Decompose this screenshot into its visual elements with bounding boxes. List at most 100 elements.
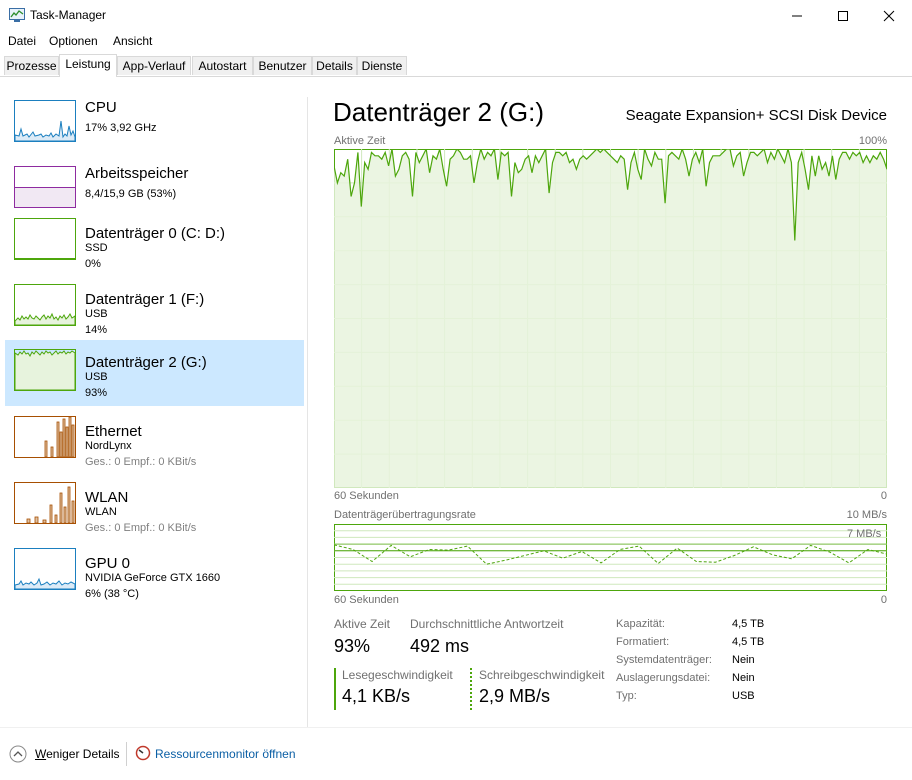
memory-thumbnail <box>14 166 76 208</box>
gpu-thumbnail <box>14 548 76 590</box>
tab-autostart[interactable]: Autostart <box>192 56 253 75</box>
chart2-label: Datenträgerübertragungsrate <box>334 509 476 521</box>
task-manager-icon <box>9 8 25 22</box>
device-list: CPU 17% 3,92 GHz Arbeitsspeicher 8,4/15,… <box>0 77 308 727</box>
maximize-button[interactable] <box>820 0 866 31</box>
chart2-mark-label: 7 MB/s <box>847 528 882 540</box>
menu-datei[interactable]: Datei <box>8 34 36 48</box>
response-time-label: Durchschnittliche Antwortzeit <box>410 617 564 631</box>
prop-value: 4,5 TB <box>732 618 765 630</box>
resource-monitor-link[interactable]: Ressourcenmonitor öffnen <box>155 747 296 761</box>
active-time-label: Aktive Zeit <box>334 617 391 631</box>
sidebar-item-type: NordLynx <box>85 440 132 452</box>
tab-benutzer[interactable]: Benutzer <box>253 56 312 75</box>
menu-optionen[interactable]: Optionen <box>49 34 98 48</box>
sidebar-item-disk2[interactable]: Datenträger 2 (G:) USB 93% <box>5 340 304 406</box>
chart1-max-label: 100% <box>858 135 887 147</box>
read-speed-label: Lesegeschwindigkeit <box>342 668 453 682</box>
tab-app-verlauf[interactable]: App-Verlauf <box>117 56 191 75</box>
sidebar-item-detail: Ges.: 0 Empf.: 0 KBit/s <box>85 456 197 468</box>
write-speed-value: 2,9 MB/s <box>479 686 551 706</box>
footer-divider <box>126 742 127 766</box>
tab-prozesse[interactable]: Prozesse <box>4 56 59 75</box>
title-bar[interactable]: Task-Manager <box>0 0 912 31</box>
prop-key: Typ: <box>616 690 637 702</box>
sidebar-item-detail: 6% (38 °C) <box>85 588 139 600</box>
prop-key: Auslagerungsdatei: <box>616 672 711 684</box>
sidebar-item-title: Arbeitsspeicher <box>85 165 189 182</box>
tab-details[interactable]: Details <box>312 56 357 75</box>
cpu-thumbnail <box>14 100 76 142</box>
menu-bar: Datei Optionen Ansicht <box>0 31 912 51</box>
sidebar-item-type: USB <box>85 308 108 320</box>
sidebar-item-title: Datenträger 1 (F:) <box>85 291 205 308</box>
active-time-value: 93% <box>334 636 371 656</box>
sidebar-item-disk0[interactable]: Datenträger 0 (C: D:) SSD 0% <box>5 218 304 284</box>
sidebar-item-detail: 17% 3,92 GHz <box>85 122 157 134</box>
sidebar-item-ethernet[interactable]: Ethernet NordLynx Ges.: 0 Empf.: 0 KBit/… <box>5 416 304 482</box>
sidebar-item-type: USB <box>85 371 108 383</box>
ethernet-thumbnail <box>14 416 76 458</box>
sidebar-item-memory[interactable]: Arbeitsspeicher 8,4/15,9 GB (53%) <box>5 158 304 224</box>
sidebar-item-detail: 14% <box>85 324 108 336</box>
prop-value: Nein <box>732 672 755 684</box>
resource-monitor-icon <box>135 745 151 761</box>
sidebar-item-wlan[interactable]: WLAN WLAN Ges.: 0 Empf.: 0 KBit/s <box>5 482 304 548</box>
sidebar-divider <box>307 97 308 727</box>
sidebar-item-title: CPU <box>85 99 117 116</box>
chevron-up-icon[interactable] <box>9 745 27 763</box>
read-speed-value: 4,1 KB/s <box>342 686 411 706</box>
sidebar-item-title: GPU 0 <box>85 555 131 572</box>
sidebar-item-gpu[interactable]: GPU 0 NVIDIA GeForce GTX 1660 6% (38 °C) <box>5 548 304 614</box>
chart1-zero-label: 0 <box>880 490 887 502</box>
prop-key: Systemdatenträger: <box>616 654 712 666</box>
prop-value: USB <box>732 690 755 702</box>
sidebar-item-cpu[interactable]: CPU 17% 3,92 GHz <box>5 92 304 158</box>
wlan-thumbnail <box>14 482 76 524</box>
tab-dienste[interactable]: Dienste <box>357 56 407 75</box>
close-button[interactable] <box>866 0 912 31</box>
disk2-thumbnail <box>14 349 76 391</box>
prop-value: Nein <box>732 654 755 666</box>
sidebar-item-title: WLAN <box>85 489 129 506</box>
disk1-thumbnail <box>14 284 76 326</box>
chart2-max-label: 10 MB/s <box>846 509 887 521</box>
footer: Weniger Details Ressourcenmonitor öffnen <box>0 727 912 780</box>
sidebar-item-detail: 0% <box>85 258 101 270</box>
sidebar-item-title: Ethernet <box>85 423 142 440</box>
fewer-details-link[interactable]: Weniger Details <box>35 747 119 761</box>
fewer-details-text: eniger Details <box>46 747 120 761</box>
sidebar-item-title: Datenträger 2 (G:) <box>85 354 207 371</box>
page-title: Datenträger 2 (G:) <box>333 97 544 127</box>
sidebar-item-detail: 93% <box>85 387 108 399</box>
sidebar-item-detail: Ges.: 0 Empf.: 0 KBit/s <box>85 522 197 534</box>
sidebar-item-type: NVIDIA GeForce GTX 1660 <box>85 572 221 584</box>
prop-value: 4,5 TB <box>732 636 765 648</box>
sidebar-item-title: Datenträger 0 (C: D:) <box>85 225 226 242</box>
tab-bar: Prozesse Leistung App-Verlauf Autostart … <box>0 54 912 77</box>
prop-key: Formatiert: <box>616 636 670 648</box>
write-speed-label: Schreibgeschwindigkeit <box>479 668 605 682</box>
chart2-time-label: 60 Sekunden <box>334 594 399 606</box>
response-time-value: 492 ms <box>410 636 470 656</box>
sidebar-item-type: SSD <box>85 242 108 254</box>
transfer-rate-chart <box>334 524 887 591</box>
fewer-details-label: W <box>35 747 47 761</box>
device-name: Seagate Expansion+ SCSI Disk Device <box>625 107 887 124</box>
disk0-thumbnail <box>14 218 76 260</box>
active-time-area <box>334 149 887 488</box>
menu-ansicht[interactable]: Ansicht <box>113 34 152 48</box>
prop-key: Kapazität: <box>616 618 665 630</box>
tab-leistung[interactable]: Leistung <box>59 54 117 77</box>
sidebar-item-type: WLAN <box>85 506 117 518</box>
maximize-icon <box>838 10 848 21</box>
close-icon <box>883 10 895 21</box>
read-speed-indicator <box>334 668 336 710</box>
chart2-zero-label: 0 <box>880 594 887 606</box>
minimize-button[interactable] <box>774 0 820 31</box>
chart1-label: Aktive Zeit <box>334 135 386 147</box>
sidebar-item-detail: 8,4/15,9 GB (53%) <box>85 188 177 200</box>
window-title: Task-Manager <box>30 8 107 22</box>
active-time-chart <box>334 149 887 488</box>
minimize-icon <box>792 15 802 16</box>
